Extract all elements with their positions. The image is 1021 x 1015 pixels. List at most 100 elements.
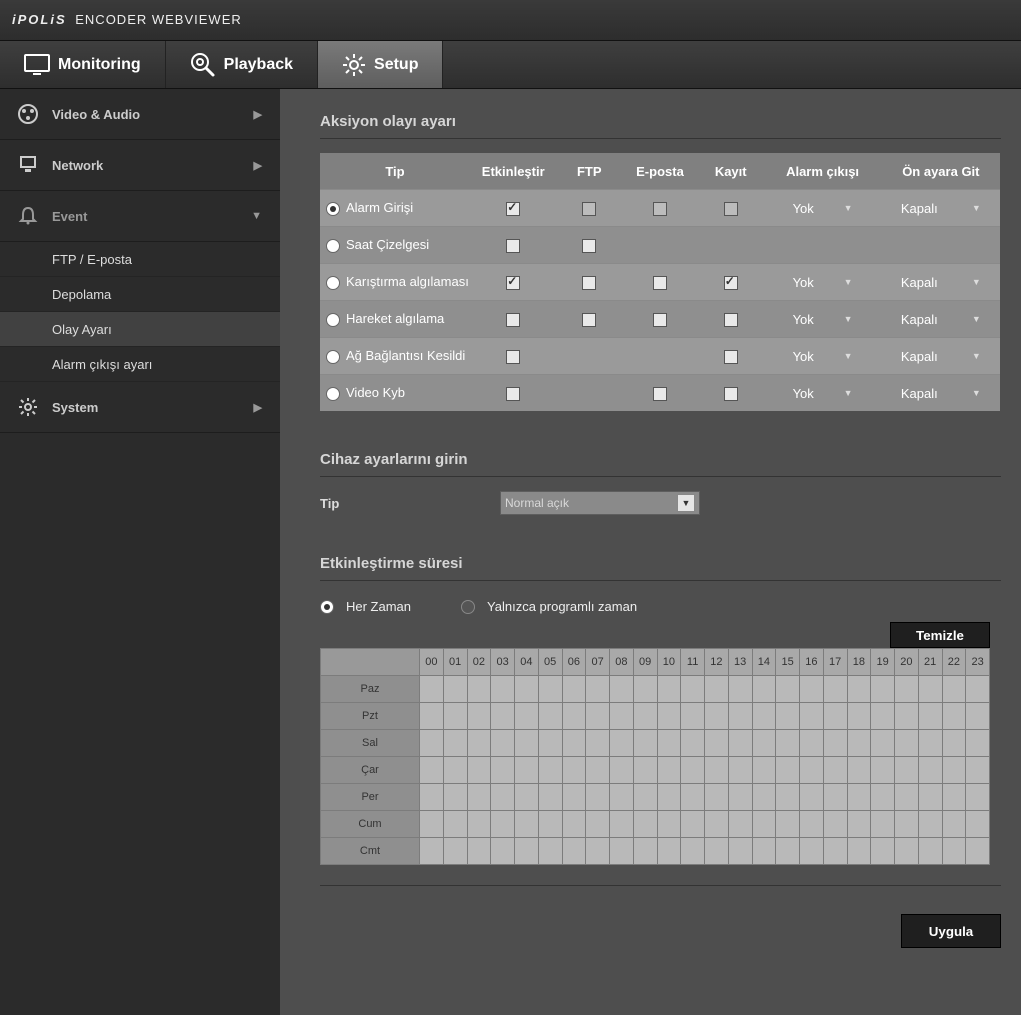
schedule-cell[interactable] — [847, 676, 871, 703]
schedule-cell[interactable] — [752, 676, 776, 703]
sidebar-item-alarm-out[interactable]: Alarm çıkışı ayarı — [0, 347, 280, 382]
schedule-cell[interactable] — [467, 757, 491, 784]
schedule-cell[interactable] — [443, 676, 467, 703]
schedule-cell[interactable] — [847, 784, 871, 811]
schedule-cell[interactable] — [895, 757, 919, 784]
schedule-cell[interactable] — [681, 676, 705, 703]
schedule-cell[interactable] — [895, 811, 919, 838]
checkbox-icon[interactable] — [653, 276, 667, 290]
schedule-cell[interactable] — [491, 784, 515, 811]
radio-scheduled[interactable]: Yalnızca programlı zaman — [461, 599, 637, 614]
schedule-cell[interactable] — [871, 703, 895, 730]
sidebar-group-video-audio[interactable]: Video & Audio ▶ — [0, 89, 280, 140]
schedule-cell[interactable] — [491, 730, 515, 757]
schedule-cell[interactable] — [586, 730, 610, 757]
schedule-cell[interactable] — [752, 703, 776, 730]
radio-icon[interactable] — [326, 202, 340, 216]
schedule-cell[interactable] — [420, 676, 444, 703]
schedule-cell[interactable] — [966, 703, 990, 730]
schedule-cell[interactable] — [776, 784, 800, 811]
schedule-cell[interactable] — [847, 838, 871, 865]
schedule-cell[interactable] — [420, 811, 444, 838]
schedule-cell[interactable] — [918, 757, 942, 784]
schedule-cell[interactable] — [633, 838, 657, 865]
schedule-cell[interactable] — [562, 730, 586, 757]
schedule-cell[interactable] — [467, 811, 491, 838]
checkbox-icon[interactable] — [724, 387, 738, 401]
schedule-cell[interactable] — [918, 784, 942, 811]
schedule-cell[interactable] — [966, 757, 990, 784]
schedule-cell[interactable] — [823, 676, 847, 703]
checkbox-icon[interactable] — [506, 313, 520, 327]
schedule-cell[interactable] — [562, 811, 586, 838]
schedule-cell[interactable] — [657, 811, 681, 838]
schedule-cell[interactable] — [467, 703, 491, 730]
schedule-cell[interactable] — [966, 838, 990, 865]
schedule-cell[interactable] — [800, 757, 824, 784]
schedule-cell[interactable] — [491, 811, 515, 838]
schedule-cell[interactable] — [633, 811, 657, 838]
schedule-cell[interactable] — [823, 730, 847, 757]
schedule-cell[interactable] — [705, 811, 729, 838]
schedule-cell[interactable] — [443, 811, 467, 838]
schedule-cell[interactable] — [966, 811, 990, 838]
schedule-cell[interactable] — [610, 784, 634, 811]
schedule-cell[interactable] — [443, 703, 467, 730]
schedule-cell[interactable] — [515, 676, 539, 703]
schedule-cell[interactable] — [942, 784, 966, 811]
schedule-cell[interactable] — [443, 757, 467, 784]
schedule-cell[interactable] — [657, 703, 681, 730]
sidebar-group-network[interactable]: Network ▶ — [0, 140, 280, 191]
schedule-cell[interactable] — [728, 811, 752, 838]
schedule-cell[interactable] — [491, 676, 515, 703]
schedule-cell[interactable] — [610, 730, 634, 757]
schedule-cell[interactable] — [420, 703, 444, 730]
checkbox-icon[interactable] — [506, 350, 520, 364]
schedule-cell[interactable] — [467, 838, 491, 865]
schedule-cell[interactable] — [895, 730, 919, 757]
schedule-cell[interactable] — [515, 730, 539, 757]
schedule-cell[interactable] — [776, 703, 800, 730]
checkbox-icon[interactable] — [582, 239, 596, 253]
schedule-cell[interactable] — [847, 811, 871, 838]
schedule-cell[interactable] — [800, 838, 824, 865]
dropdown[interactable]: Kapalı▼ — [901, 201, 981, 216]
schedule-cell[interactable] — [705, 784, 729, 811]
schedule-cell[interactable] — [776, 730, 800, 757]
schedule-cell[interactable] — [728, 676, 752, 703]
schedule-cell[interactable] — [538, 838, 562, 865]
schedule-cell[interactable] — [752, 811, 776, 838]
schedule-cell[interactable] — [491, 757, 515, 784]
schedule-cell[interactable] — [538, 703, 562, 730]
schedule-cell[interactable] — [776, 676, 800, 703]
schedule-cell[interactable] — [538, 757, 562, 784]
radio-icon[interactable] — [326, 239, 340, 253]
schedule-cell[interactable] — [942, 811, 966, 838]
schedule-cell[interactable] — [800, 811, 824, 838]
schedule-cell[interactable] — [610, 703, 634, 730]
checkbox-icon[interactable] — [653, 387, 667, 401]
schedule-cell[interactable] — [776, 811, 800, 838]
schedule-cell[interactable] — [752, 757, 776, 784]
tab-monitoring[interactable]: Monitoring — [0, 41, 166, 88]
schedule-cell[interactable] — [681, 784, 705, 811]
schedule-cell[interactable] — [610, 811, 634, 838]
schedule-cell[interactable] — [871, 730, 895, 757]
schedule-cell[interactable] — [443, 838, 467, 865]
schedule-cell[interactable] — [657, 784, 681, 811]
schedule-cell[interactable] — [467, 730, 491, 757]
schedule-cell[interactable] — [776, 757, 800, 784]
schedule-cell[interactable] — [871, 784, 895, 811]
schedule-cell[interactable] — [420, 757, 444, 784]
checkbox-icon[interactable] — [653, 202, 667, 216]
schedule-cell[interactable] — [895, 838, 919, 865]
schedule-cell[interactable] — [823, 811, 847, 838]
schedule-cell[interactable] — [966, 730, 990, 757]
sidebar-item-storage[interactable]: Depolama — [0, 277, 280, 312]
schedule-cell[interactable] — [800, 784, 824, 811]
schedule-cell[interactable] — [942, 730, 966, 757]
sidebar-item-event-setup[interactable]: Olay Ayarı — [0, 312, 280, 347]
schedule-cell[interactable] — [942, 676, 966, 703]
schedule-cell[interactable] — [728, 838, 752, 865]
schedule-cell[interactable] — [586, 676, 610, 703]
